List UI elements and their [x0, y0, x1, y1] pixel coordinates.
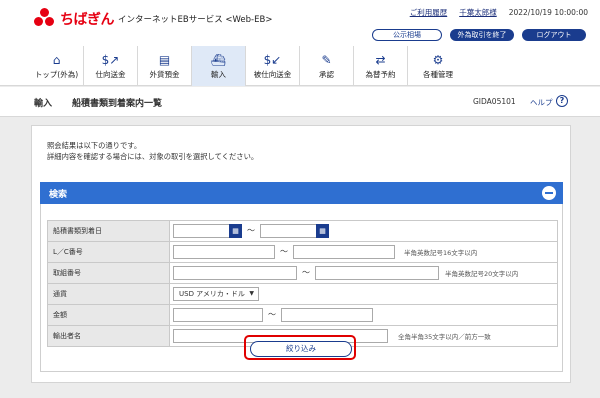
form-row-currency: 通貨 USD アメリカ・ドル ▼	[47, 283, 558, 305]
help-icon[interactable]: ?	[556, 95, 568, 107]
trade-number-hint: 半角英数記号20文字以内	[445, 270, 519, 278]
calendar-icon[interactable]: ▦	[229, 224, 242, 238]
arrival-date-to-input[interactable]	[260, 224, 316, 238]
info-message: 照会結果は以下の通りです。 詳細内容を確認する場合には、対象の取引を選択してくだ…	[47, 140, 258, 162]
page-category: 輸入	[34, 99, 53, 109]
management-icon: ⚙	[432, 53, 444, 67]
nav-item-top[interactable]: ⌂ トップ(外為)	[30, 46, 84, 86]
logo-text: ちばぎん	[60, 12, 115, 28]
calendar-icon[interactable]: ▦	[316, 224, 329, 238]
nav-item-approval[interactable]: ✎ 承認	[300, 46, 354, 86]
page-title: 船積書類到着案内一覧	[72, 99, 163, 109]
range-separator: ～	[280, 247, 288, 256]
title-bar: 輸入 船積書類到着案内一覧 GIDA05101 ヘルプ ?	[0, 87, 600, 117]
arrival-date-from-input[interactable]	[173, 224, 229, 238]
main-nav: ⌂ トップ(外為) $↗ 仕向送金 ▤ 外貨預金 ⛴ 輸入 $↙ 被仕向送金 ✎…	[30, 46, 468, 86]
chevron-down-icon: ▼	[249, 290, 254, 297]
lc-number-label: L／C番号	[47, 241, 170, 263]
service-name: インターネットEBサービス <Web-EB>	[118, 15, 273, 25]
search-panel-title: 検索	[49, 190, 68, 200]
nav-item-remit-out[interactable]: $↗ 仕向送金	[84, 46, 138, 86]
public-rates-button[interactable]: 公示相場	[372, 29, 442, 41]
logo-mark-icon	[34, 8, 56, 30]
remit-out-icon: $↗	[101, 53, 120, 67]
trade-number-to-input[interactable]	[315, 266, 439, 280]
search-panel-header[interactable]: 検索	[40, 182, 563, 204]
trade-number-from-input[interactable]	[173, 266, 297, 280]
header: ちばぎん インターネットEBサービス <Web-EB> ご利用履歴 千葉太郎様 …	[0, 0, 600, 86]
logout-button[interactable]: ログアウト	[522, 29, 586, 41]
exporter-hint: 全角半角35文字以内／前方一致	[398, 333, 491, 341]
form-row-amount: 金額 ～	[47, 304, 558, 326]
nav-item-fx-contract[interactable]: ⇄ 為替予約	[354, 46, 408, 86]
nav-item-deposit[interactable]: ▤ 外貨預金	[138, 46, 192, 86]
nav-label: 承認	[319, 70, 334, 79]
range-separator: ～	[302, 268, 310, 277]
form-row-arrival-date: 船積書類到着日 ▦ ～ ▦	[47, 220, 558, 242]
nav-label: トップ(外為)	[34, 70, 79, 79]
currency-select[interactable]: USD アメリカ・ドル ▼	[173, 287, 259, 301]
search-form-table: 船積書類到着日 ▦ ～ ▦ L／C番号 ～ 半角英数記号16文字以内 取組番号 …	[47, 220, 558, 347]
login-datetime: 2022/10/19 10:00:00	[508, 8, 588, 17]
bank-logo[interactable]: ちばぎん インターネットEBサービス <Web-EB>	[34, 8, 272, 30]
fx-contract-icon: ⇄	[375, 53, 386, 67]
range-separator: ～	[247, 226, 255, 235]
form-row-trade-number: 取組番号 ～ 半角英数記号20文字以内	[47, 262, 558, 284]
nav-label: 外貨預金	[149, 70, 180, 79]
header-buttons: 公示相場 外為取引を終了 ログアウト	[372, 29, 586, 41]
info-message-line: 詳細内容を確認する場合には、対象の取引を選択してください。	[47, 152, 259, 161]
nav-label: 各種管理	[423, 70, 453, 79]
currency-label: 通貨	[47, 283, 170, 305]
amount-label: 金額	[47, 304, 170, 326]
nav-item-management[interactable]: ⚙ 各種管理	[408, 46, 468, 86]
user-name-link[interactable]: 千葉太郎様	[459, 7, 497, 18]
nav-label: 仕向送金	[95, 70, 126, 79]
approval-icon: ✎	[321, 53, 332, 67]
amount-from-input[interactable]	[173, 308, 263, 322]
exporter-label: 輸出者名	[47, 325, 170, 347]
nav-label: 被仕向送金	[253, 70, 292, 79]
lc-number-to-input[interactable]	[293, 245, 395, 259]
range-separator: ～	[268, 310, 276, 319]
form-row-lc-number: L／C番号 ～ 半角英数記号16文字以内	[47, 241, 558, 263]
nav-item-remit-in[interactable]: $↙ 被仕向送金	[246, 46, 300, 86]
currency-select-value: USD アメリカ・ドル	[179, 290, 245, 298]
top-utility-bar: ご利用履歴 千葉太郎様 2022/10/19 10:00:00	[410, 7, 588, 18]
nav-label: 輸入	[211, 70, 226, 79]
highlight-frame	[244, 335, 356, 360]
nav-item-import[interactable]: ⛴ 輸入	[192, 46, 246, 86]
info-message-line: 照会結果は以下の通りです。	[47, 141, 142, 150]
end-fx-button[interactable]: 外為取引を終了	[450, 29, 514, 41]
screen-code: GIDA05101	[473, 97, 516, 106]
usage-history-link[interactable]: ご利用履歴	[410, 7, 448, 18]
deposit-icon: ▤	[158, 53, 171, 67]
import-icon: ⛴	[210, 53, 227, 67]
trade-number-label: 取組番号	[47, 262, 170, 284]
amount-to-input[interactable]	[281, 308, 373, 322]
lc-number-hint: 半角英数記号16文字以内	[404, 249, 478, 257]
home-icon: ⌂	[52, 53, 61, 67]
help-link[interactable]: ヘルプ	[530, 97, 553, 108]
lc-number-from-input[interactable]	[173, 245, 275, 259]
collapse-icon[interactable]	[542, 186, 556, 200]
arrival-date-label: 船積書類到着日	[47, 220, 170, 242]
remit-in-icon: $↙	[263, 53, 282, 67]
nav-label: 為替予約	[365, 70, 396, 79]
